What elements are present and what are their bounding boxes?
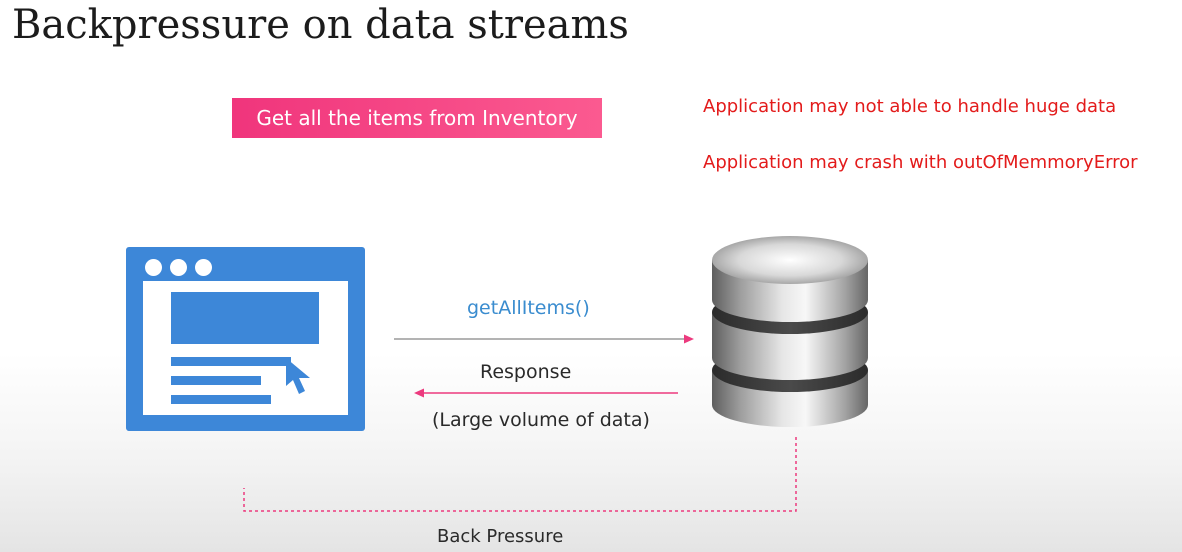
flow-arrows	[243, 334, 797, 512]
backpressure-connector	[243, 437, 797, 512]
response-detail-label: (Large volume of data)	[432, 409, 650, 431]
backpressure-label: Back Pressure	[437, 526, 564, 547]
request-label: getAllItems()	[467, 297, 590, 319]
response-arrow	[414, 388, 678, 398]
response-label: Response	[480, 361, 572, 383]
request-arrow	[394, 334, 694, 344]
